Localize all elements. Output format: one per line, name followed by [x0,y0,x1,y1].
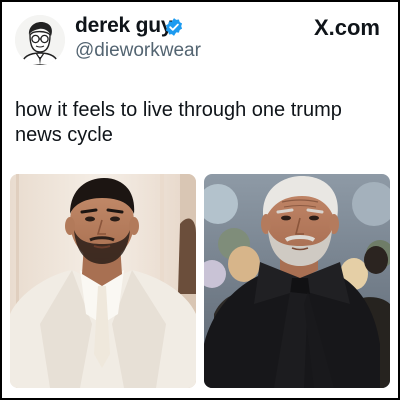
author-handle[interactable]: @dieworkwear [75,40,201,62]
author-avatar[interactable] [15,15,65,65]
media-photo-young-man[interactable] [10,174,196,388]
media-photo-aged-man[interactable] [204,174,390,388]
brand-label: X.com [313,15,380,40]
author-display-name[interactable]: derek guy [75,14,173,38]
cartoon-man-avatar-icon [15,15,65,65]
tweet-card: derek guy @dieworkwear X.com how it feel… [2,2,398,398]
tweet-text: how it feels to live through one trump n… [15,99,342,146]
aged-man-black-bow-photo-icon [204,174,390,388]
verified-badge-icon [165,18,183,36]
young-man-white-suit-photo-icon [10,174,196,388]
